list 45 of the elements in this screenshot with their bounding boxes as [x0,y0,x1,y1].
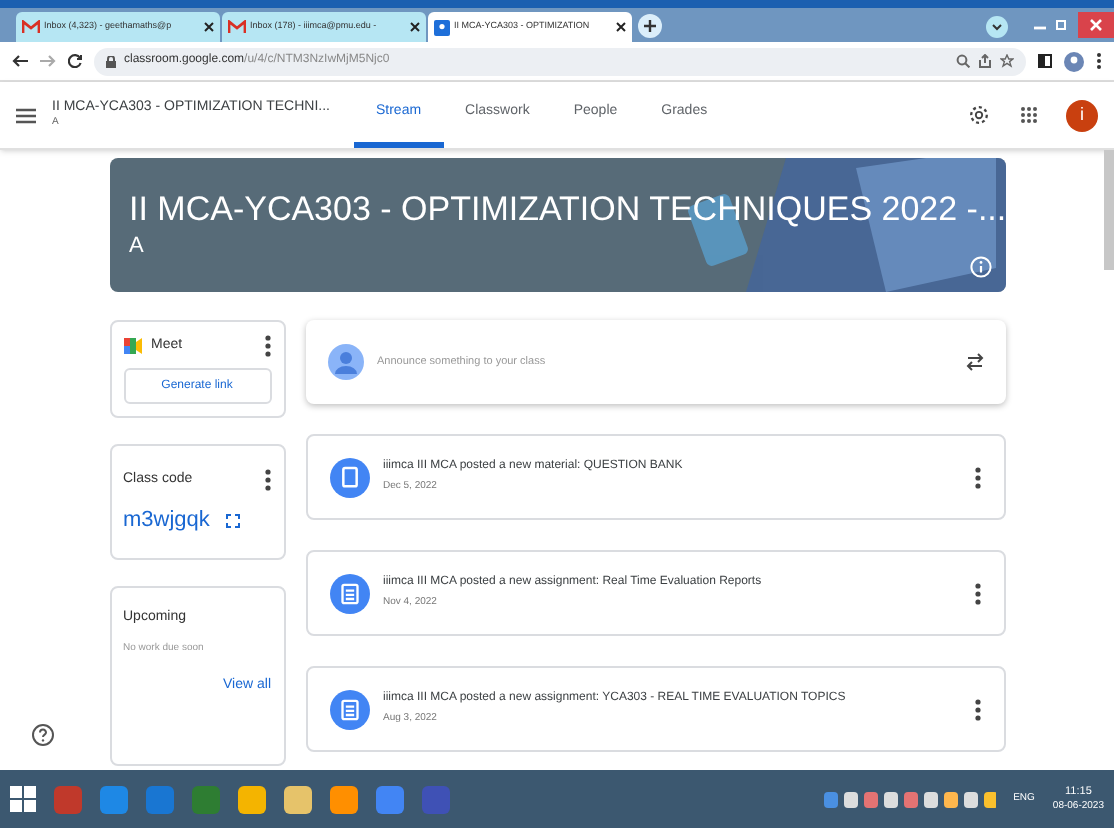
fullscreen-icon[interactable] [225,513,240,527]
zoom-icon[interactable] [956,54,970,68]
more-options-icon[interactable] [973,697,981,721]
close-icon[interactable] [616,22,626,32]
new-tab-icon[interactable] [638,14,662,38]
taskbar-app-icon[interactable] [238,785,266,813]
banner-section: A [129,229,1005,263]
scrollbar [1104,150,1114,270]
account-avatar[interactable]: i [1066,99,1098,131]
close-window-icon[interactable] [1078,12,1114,38]
lock-icon [106,55,116,67]
repost-icon[interactable] [965,352,983,372]
restore-icon[interactable] [1056,18,1068,30]
profile-icon[interactable] [1064,51,1084,71]
mail-icon [228,20,246,34]
class-code: m3wjgqk [123,505,210,536]
assignment-icon [329,689,369,729]
windows-start-icon[interactable] [10,786,36,812]
taskbar-app-icon[interactable] [284,785,312,813]
avatar-icon [327,344,363,380]
more-options-icon[interactable] [1096,52,1102,70]
tab-search-icon[interactable] [986,16,1008,38]
share-icon[interactable] [978,54,992,68]
banner-title: II MCA-YCA303 - OPTIMIZATION TECHNIQUES 2022 -... [129,187,1005,230]
reload-icon[interactable] [68,54,82,68]
more-options-icon[interactable] [263,467,271,492]
apps-grid-icon[interactable] [1020,106,1038,124]
assignment-icon [329,573,369,613]
classroom-icon [434,19,450,35]
help-icon[interactable] [32,724,54,746]
info-icon[interactable] [969,256,991,278]
more-options-icon[interactable] [263,334,271,358]
more-options-icon[interactable] [973,465,981,489]
more-options-icon[interactable] [973,581,981,605]
mail-icon [22,20,40,34]
taskbar-app-icon[interactable] [330,785,358,813]
star-icon[interactable] [1000,54,1014,68]
menu-icon[interactable] [16,107,36,123]
material-icon [329,457,369,497]
close-icon[interactable] [204,22,214,32]
sidebar-icon[interactable] [1038,54,1052,68]
settings-icon[interactable] [968,104,990,126]
video-camera-icon [123,338,141,354]
back-icon[interactable] [12,54,28,68]
close-icon[interactable] [410,22,420,32]
